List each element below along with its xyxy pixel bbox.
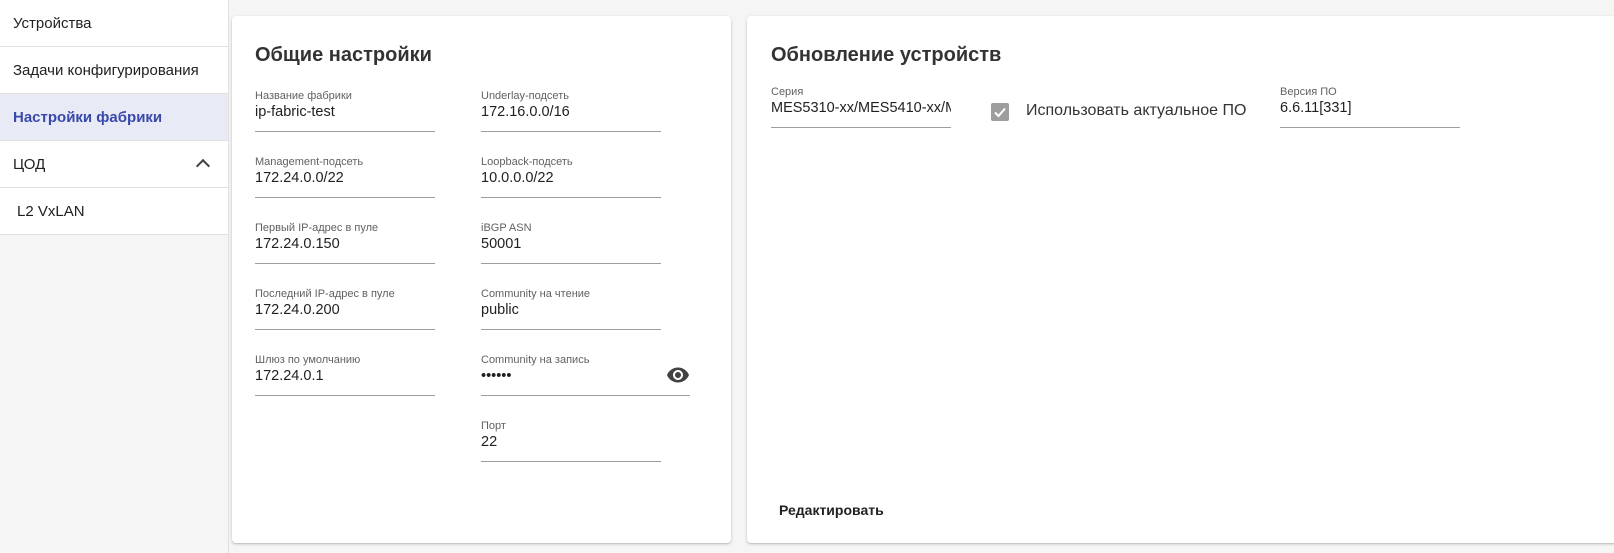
field-label: Community на запись xyxy=(481,354,590,366)
sidebar: Устройства Задачи конфигурирования Настр… xyxy=(0,0,229,553)
field-value: 172.24.0.150 xyxy=(255,236,340,252)
community-read-field[interactable]: Community на чтение public xyxy=(481,288,661,330)
field-label: Первый IP-адрес в пуле xyxy=(255,222,379,234)
port-field[interactable]: Порт 22 xyxy=(481,420,661,462)
sidebar-item-dc[interactable]: ЦОД xyxy=(0,141,228,188)
field-label: Порт xyxy=(481,420,506,432)
sidebar-item-label: Задачи конфигурирования xyxy=(13,61,199,79)
fabric-name-field[interactable]: Название фабрики ip-fabric-test xyxy=(255,90,435,132)
field-value: public xyxy=(481,302,519,318)
community-write-field[interactable]: Community на запись •••••• xyxy=(481,354,690,396)
field-label: Шлюз по умолчанию xyxy=(255,354,361,366)
firmware-version-field[interactable]: Версия ПО 6.6.11[331] xyxy=(1280,86,1460,128)
field-label: Underlay-подсеть xyxy=(481,90,569,102)
field-value: ip-fabric-test xyxy=(255,104,335,120)
sidebar-item-l2-vxlan[interactable]: L2 VxLAN xyxy=(0,188,228,235)
sidebar-item-fabric-settings[interactable]: Настройки фабрики xyxy=(0,94,228,141)
sidebar-item-label: Устройства xyxy=(13,14,92,32)
field-label: Loopback-подсеть xyxy=(481,156,573,168)
series-field[interactable]: Серия MES5310-xx/MES5410-xx/M xyxy=(771,86,951,128)
loopback-subnet-field[interactable]: Loopback-подсеть 10.0.0.0/22 xyxy=(481,156,661,198)
field-label: iBGP ASN xyxy=(481,222,532,234)
field-label: Community на чтение xyxy=(481,288,591,300)
sidebar-item-config-tasks[interactable]: Задачи конфигурирования xyxy=(0,47,228,94)
underlay-subnet-field[interactable]: Underlay-подсеть 172.16.0.0/16 xyxy=(481,90,661,132)
sidebar-item-label: L2 VxLAN xyxy=(17,202,85,220)
field-value: 172.24.0.1 xyxy=(255,368,324,384)
field-value: 6.6.11[331] xyxy=(1280,100,1352,116)
ibgp-asn-field[interactable]: iBGP ASN 50001 xyxy=(481,222,661,264)
sidebar-item-label: ЦОД xyxy=(13,155,46,173)
management-subnet-field[interactable]: Management-подсеть 172.24.0.0/22 xyxy=(255,156,435,198)
use-latest-checkbox[interactable] xyxy=(991,103,1009,121)
device-update-card: Обновление устройств Серия MES5310-xx/ME… xyxy=(747,16,1614,543)
check-icon xyxy=(994,107,1006,118)
sidebar-item-devices[interactable]: Устройства xyxy=(0,0,228,47)
use-latest-label: Использовать актуальное ПО xyxy=(1026,102,1247,119)
field-value: 50001 xyxy=(481,236,522,252)
field-label: Версия ПО xyxy=(1280,86,1337,98)
field-value: MES5310-xx/MES5410-xx/M xyxy=(771,100,951,116)
chevron-up-icon[interactable] xyxy=(195,158,211,174)
sidebar-item-label: Настройки фабрики xyxy=(13,108,163,126)
general-settings-title: Общие настройки xyxy=(255,44,432,66)
field-value: •••••• xyxy=(481,368,512,384)
edit-button[interactable]: Редактировать xyxy=(769,494,894,526)
first-ip-field[interactable]: Первый IP-адрес в пуле 172.24.0.150 xyxy=(255,222,435,264)
device-update-title: Обновление устройств xyxy=(771,44,1002,66)
field-label: Название фабрики xyxy=(255,90,352,102)
field-value: 22 xyxy=(481,434,498,450)
field-value: 172.24.0.0/22 xyxy=(255,170,344,186)
default-gateway-field[interactable]: Шлюз по умолчанию 172.24.0.1 xyxy=(255,354,435,396)
eye-icon[interactable] xyxy=(666,363,690,387)
field-value: 172.24.0.200 xyxy=(255,302,340,318)
general-settings-card: Общие настройки Название фабрики ip-fabr… xyxy=(232,16,731,543)
field-value: 172.16.0.0/16 xyxy=(481,104,570,120)
field-label: Серия xyxy=(771,86,804,98)
last-ip-field[interactable]: Последний IP-адрес в пуле 172.24.0.200 xyxy=(255,288,435,330)
field-label: Последний IP-адрес в пуле xyxy=(255,288,395,300)
field-label: Management-подсеть xyxy=(255,156,364,168)
field-value: 10.0.0.0/22 xyxy=(481,170,554,186)
